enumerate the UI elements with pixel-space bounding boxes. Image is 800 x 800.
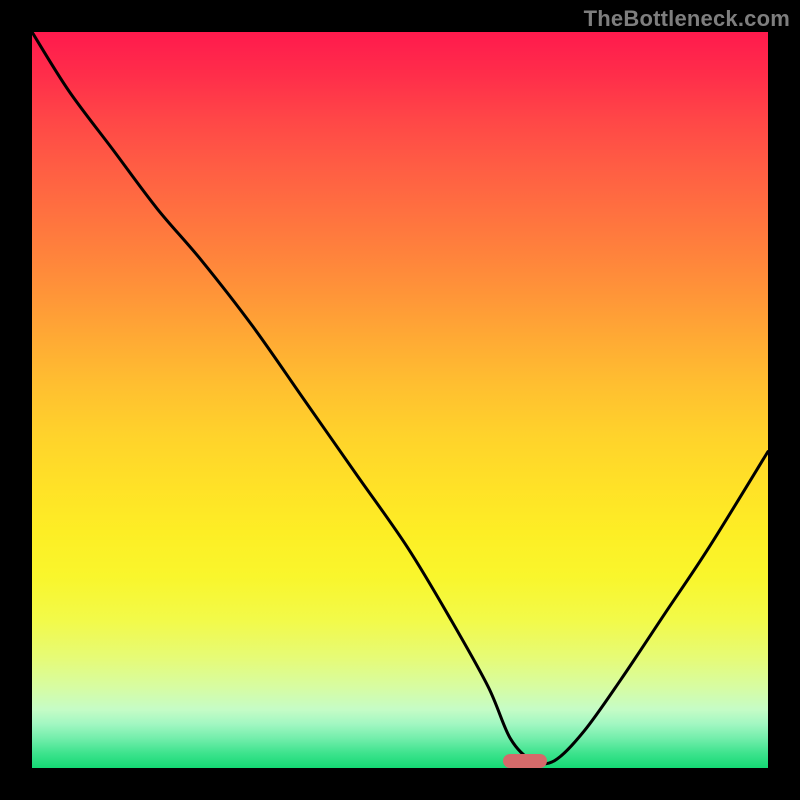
- watermark-label: TheBottleneck.com: [584, 6, 790, 32]
- plot-area: [32, 32, 768, 768]
- bottleneck-curve-path: [32, 32, 768, 764]
- bottleneck-curve-svg: [32, 32, 768, 768]
- chart-container: TheBottleneck.com: [0, 0, 800, 800]
- optimal-marker: [503, 754, 547, 768]
